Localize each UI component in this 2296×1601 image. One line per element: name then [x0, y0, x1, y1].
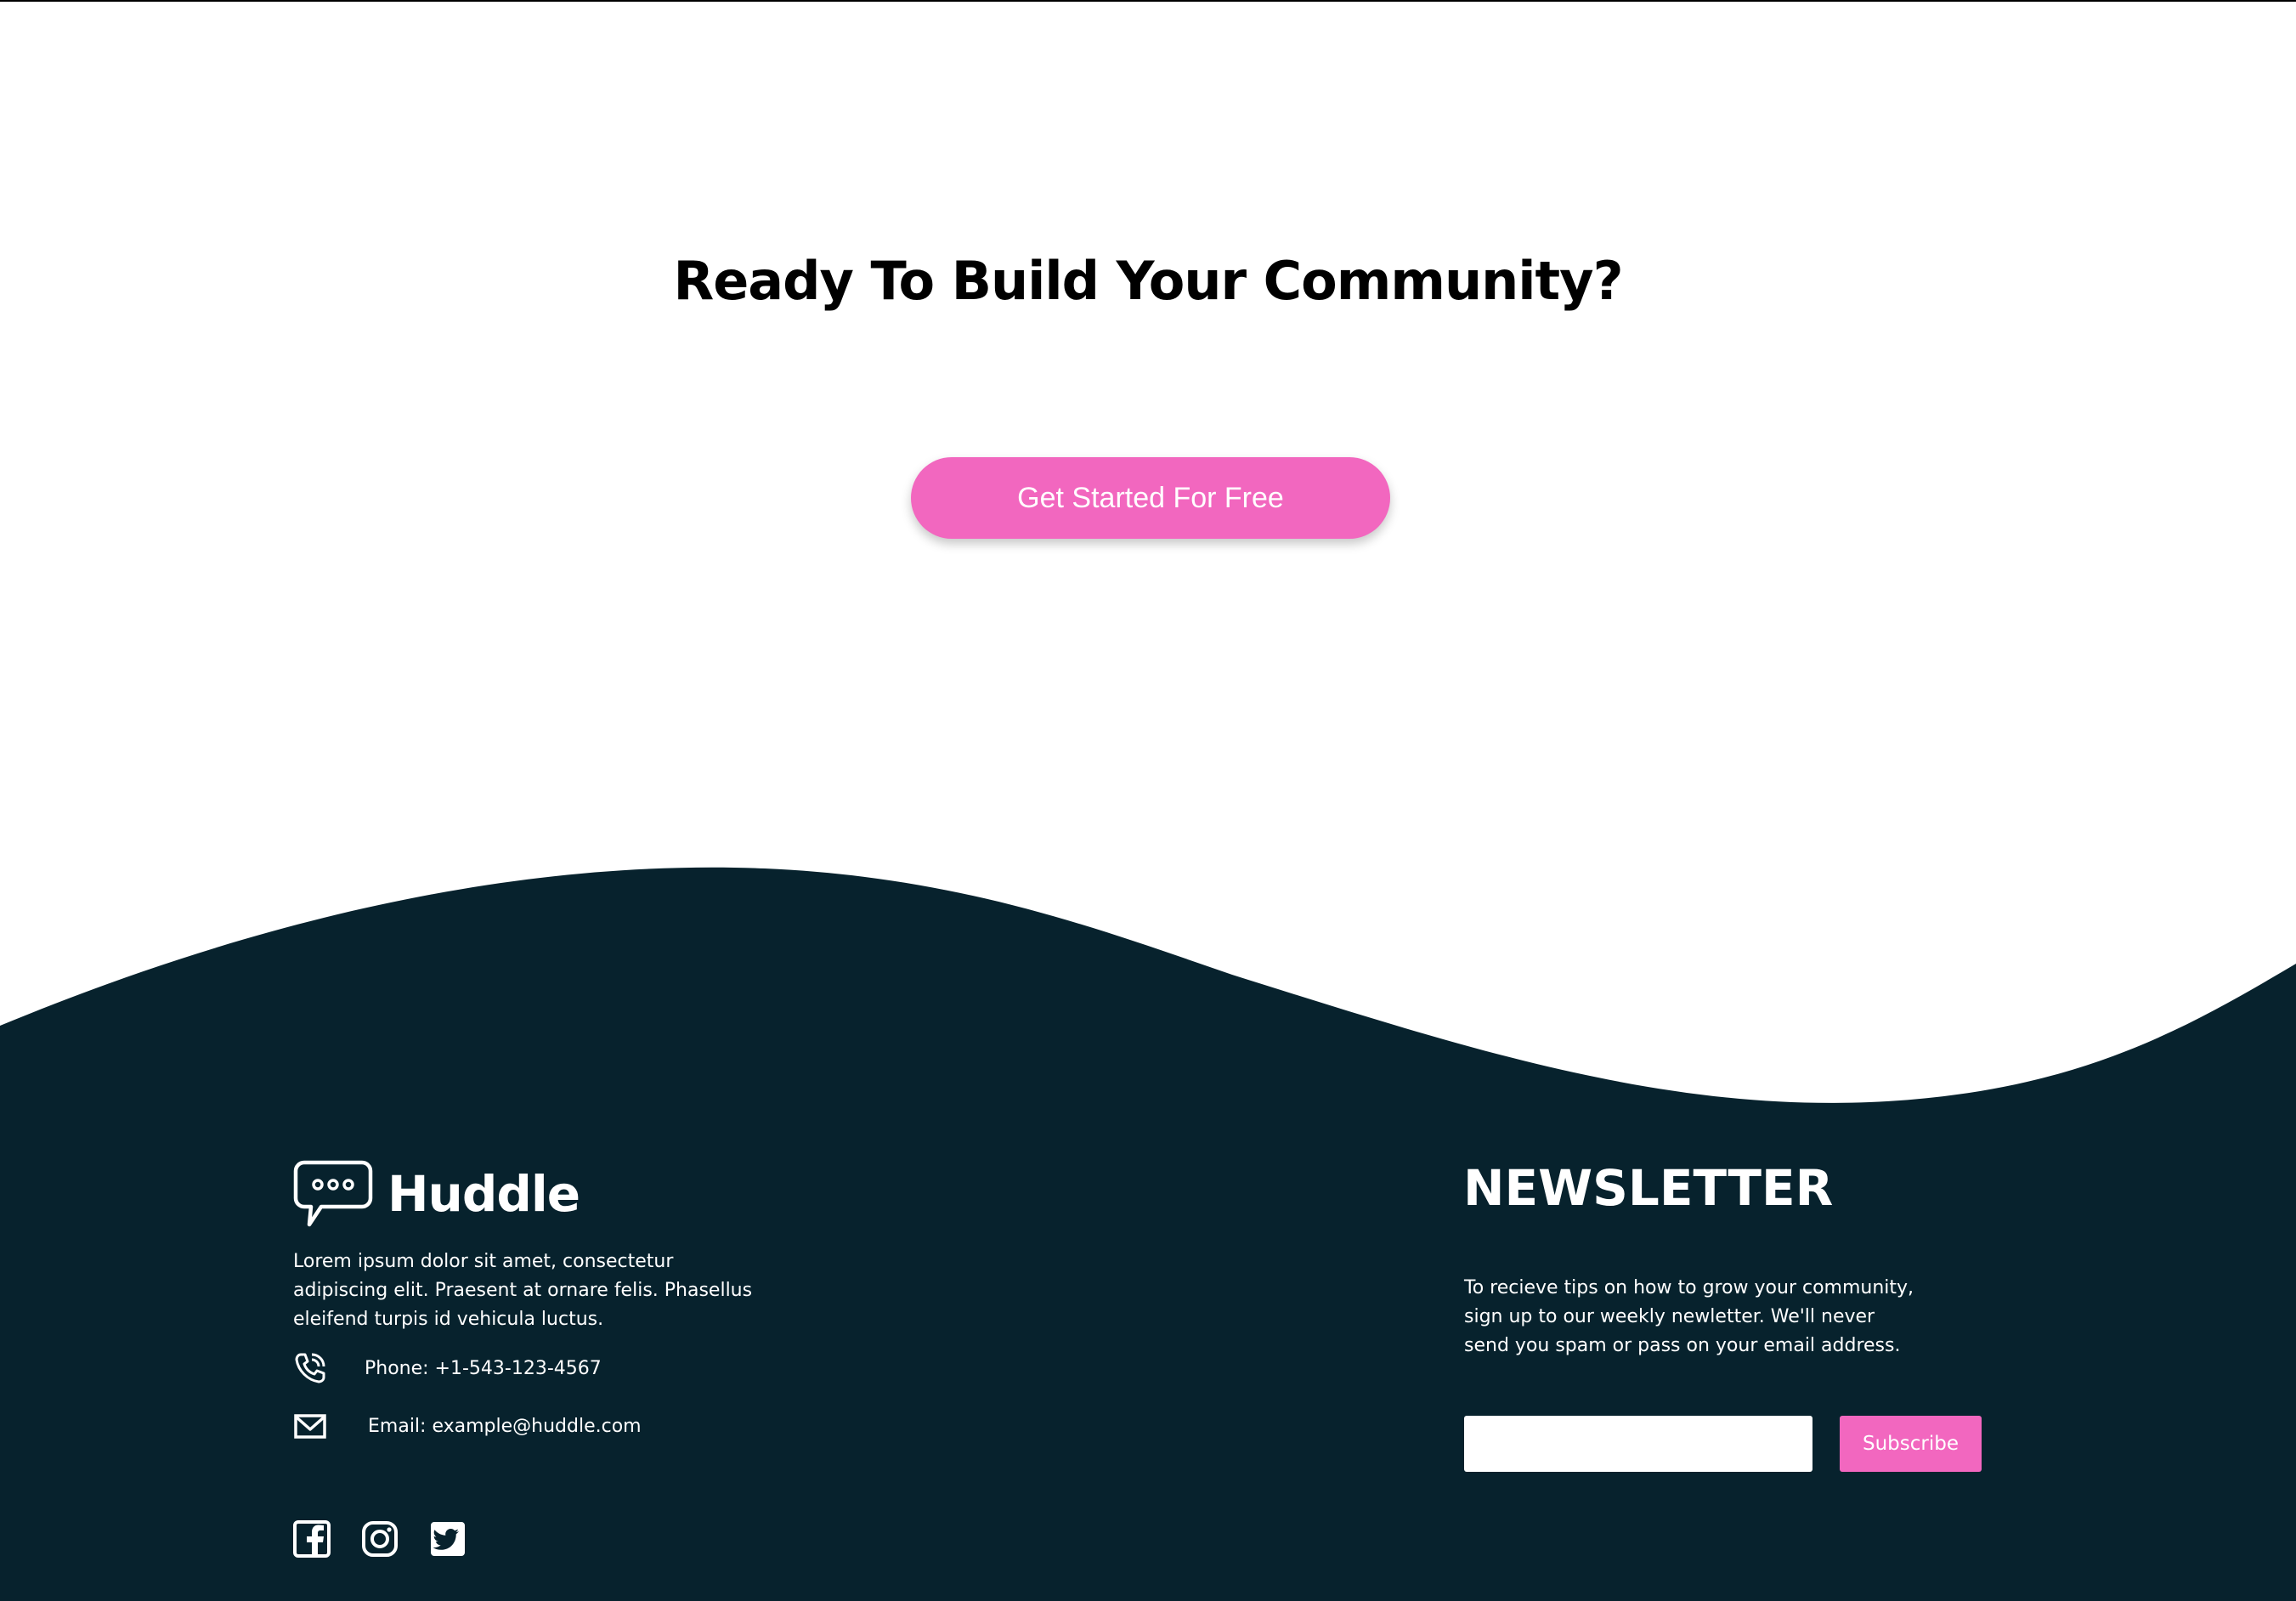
- footer-logo[interactable]: Huddle: [292, 1159, 580, 1229]
- get-started-button[interactable]: Get Started For Free: [911, 457, 1390, 539]
- email-text[interactable]: Email: example@huddle.com: [368, 1416, 642, 1437]
- cta-title: Ready To Build Your Community?: [673, 250, 1623, 312]
- phone-icon: [295, 1353, 325, 1383]
- twitter-icon[interactable]: [428, 1519, 467, 1559]
- phone-text[interactable]: Phone: +1-543-123-4567: [365, 1358, 602, 1379]
- footer-about-text: Lorem ipsum dolor sit amet, consectetur …: [293, 1251, 753, 1330]
- facebook-icon[interactable]: [292, 1519, 331, 1559]
- social-links: [292, 1519, 467, 1559]
- newsletter-email-input[interactable]: [1464, 1416, 1812, 1472]
- contact-phone: Phone: +1-543-123-4567: [293, 1351, 602, 1385]
- instagram-icon[interactable]: [360, 1519, 399, 1559]
- mail-icon: [294, 1414, 326, 1439]
- landing-page: Ready To Build Your Community? Get Start…: [0, 0, 2296, 1601]
- brand-name: Huddle: [387, 1165, 580, 1223]
- contact-email: Email: example@huddle.com: [293, 1409, 642, 1443]
- newsletter-description: To recieve tips on how to grow your comm…: [1464, 1277, 1914, 1356]
- subscribe-button[interactable]: Subscribe: [1840, 1416, 1982, 1472]
- chat-bubble-icon: [293, 1160, 373, 1227]
- newsletter-title: NEWSLETTER: [1463, 1159, 1834, 1217]
